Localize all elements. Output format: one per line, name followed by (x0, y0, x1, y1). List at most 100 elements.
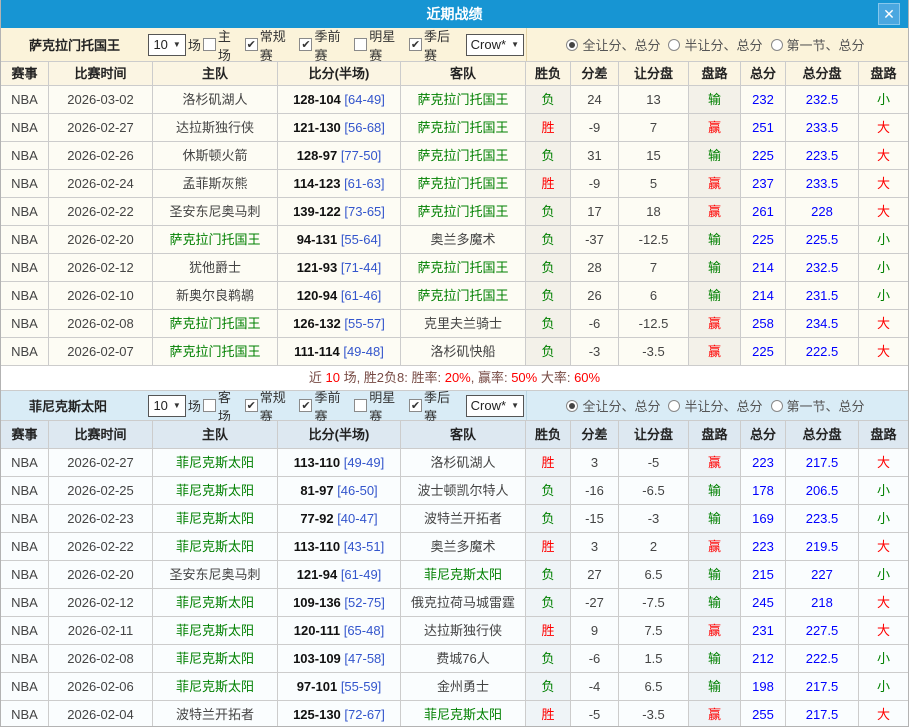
point-diff-cell: -6 (571, 645, 619, 673)
filter-checkbox[interactable]: ✔ (409, 399, 422, 412)
away-team-cell: 萨克拉门托国王 (401, 114, 526, 142)
filter-checkbox[interactable]: ✔ (245, 399, 258, 412)
filter-checkbox-label: 季后赛 (424, 26, 463, 64)
odds-scope-radio[interactable] (771, 400, 783, 412)
half-score: [72-67] (344, 707, 384, 722)
column-header: 总分盘 (786, 421, 859, 449)
score-cell: 109-136 [52-75] (278, 589, 401, 617)
away-team-cell: 洛杉矶快船 (401, 338, 526, 366)
home-team-cell: 新奥尔良鹈鹕 (153, 282, 278, 310)
filter-checkbox[interactable] (203, 399, 216, 412)
filter-checkbox[interactable]: ✔ (299, 399, 312, 412)
final-score: 103-109 (293, 651, 341, 666)
away-team-cell: 萨克拉门托国王 (401, 170, 526, 198)
league-cell: NBA (1, 617, 49, 645)
date-cell: 2026-02-08 (49, 310, 153, 338)
final-score: 139-122 (293, 204, 341, 219)
result-cell: 胜 (526, 449, 571, 477)
source-select[interactable]: Crow*▼ (466, 395, 524, 417)
filter-checkbox[interactable]: ✔ (299, 38, 312, 51)
over-under-cell: 大 (859, 533, 908, 561)
team-name: 萨克拉门托国王 (29, 35, 146, 54)
home-team-cell: 萨克拉门托国王 (153, 226, 278, 254)
handicap-cell: -7.5 (619, 589, 689, 617)
home-team-cell: 菲尼克斯太阳 (153, 449, 278, 477)
games-count-select[interactable]: 10 ▼ (148, 395, 185, 417)
odds-scope-radio[interactable] (566, 39, 578, 51)
league-cell: NBA (1, 254, 49, 282)
home-team-cell: 萨克拉门托国王 (153, 310, 278, 338)
odds-scope-radio[interactable] (771, 39, 783, 51)
away-team-cell: 萨克拉门托国王 (401, 254, 526, 282)
chevron-down-icon: ▼ (511, 401, 519, 410)
total-line-cell: 225.5 (786, 226, 859, 254)
record-summary-segment: 大率: (537, 370, 574, 385)
final-score: 94-131 (297, 232, 337, 247)
handicap-result-cell: 输 (689, 673, 741, 701)
result-cell: 负 (526, 561, 571, 589)
filter-checkbox[interactable] (354, 38, 367, 51)
filter-checkbox[interactable]: ✔ (409, 38, 422, 51)
column-header: 总分 (741, 421, 786, 449)
league-cell: NBA (1, 86, 49, 114)
over-under-cell: 小 (859, 86, 908, 114)
filter-checkbox[interactable] (203, 38, 216, 51)
chevron-down-icon: ▼ (173, 401, 181, 410)
away-team-cell: 波士顿凯尔特人 (401, 477, 526, 505)
column-header: 比赛时间 (49, 421, 153, 449)
total-points-cell: 214 (741, 254, 786, 282)
filter-checkbox[interactable] (354, 399, 367, 412)
over-under-cell: 大 (859, 589, 908, 617)
away-team-cell: 波特兰开拓者 (401, 505, 526, 533)
source-select[interactable]: Crow*▼ (466, 34, 524, 56)
point-diff-cell: -37 (571, 226, 619, 254)
filter-checkbox-label: 常规赛 (260, 387, 299, 425)
away-team-cell: 萨克拉门托国王 (401, 198, 526, 226)
date-cell: 2026-02-11 (49, 617, 153, 645)
close-button[interactable]: ✕ (878, 3, 900, 25)
odds-scope-radio[interactable] (668, 400, 680, 412)
home-team-cell: 孟菲斯灰熊 (153, 170, 278, 198)
point-diff-cell: -4 (571, 673, 619, 701)
games-count-value: 10 (153, 398, 167, 413)
point-diff-cell: 24 (571, 86, 619, 114)
point-diff-cell: 26 (571, 282, 619, 310)
total-points-cell: 231 (741, 617, 786, 645)
odds-scope-radio[interactable] (668, 39, 680, 51)
handicap-cell: -6.5 (619, 477, 689, 505)
handicap-result-cell: 输 (689, 282, 741, 310)
date-cell: 2026-02-06 (49, 673, 153, 701)
column-header: 比分(半场) (278, 421, 401, 449)
away-team-cell: 达拉斯独行侠 (401, 617, 526, 645)
games-count-select[interactable]: 10▼ (148, 34, 185, 56)
score-cell: 126-132 [55-57] (278, 310, 401, 338)
home-team-cell: 圣安东尼奥马刺 (153, 561, 278, 589)
handicap-result-cell: 赢 (689, 338, 741, 366)
odds-scope-radio[interactable] (566, 400, 578, 412)
column-header: 让分盘 (619, 62, 689, 86)
dialog-titlebar: 近期战绩 ✕ (1, 0, 908, 28)
league-cell: NBA (1, 338, 49, 366)
half-score: [46-50] (337, 483, 377, 498)
result-cell: 负 (526, 477, 571, 505)
result-cell: 负 (526, 282, 571, 310)
league-cell: NBA (1, 561, 49, 589)
final-score: 120-111 (294, 623, 340, 638)
over-under-cell: 小 (859, 645, 908, 673)
column-header: 胜负 (526, 62, 571, 86)
total-points-cell: 237 (741, 170, 786, 198)
point-diff-cell: -16 (571, 477, 619, 505)
date-cell: 2026-02-22 (49, 533, 153, 561)
filter-checkbox-label: 季后赛 (424, 387, 463, 425)
filter-checkbox[interactable]: ✔ (245, 38, 258, 51)
total-line-cell: 233.5 (786, 170, 859, 198)
handicap-cell: 1.5 (619, 645, 689, 673)
total-points-cell: 245 (741, 589, 786, 617)
total-line-cell: 217.5 (786, 449, 859, 477)
league-cell: NBA (1, 198, 49, 226)
team-section: 萨克拉门托国王10▼场主场✔常规赛✔季前赛明星赛✔季后赛Crow*▼全让分、总分… (1, 28, 908, 391)
handicap-result-cell: 赢 (689, 170, 741, 198)
handicap-cell: 13 (619, 86, 689, 114)
over-under-cell: 大 (859, 198, 908, 226)
total-line-cell: 227 (786, 561, 859, 589)
